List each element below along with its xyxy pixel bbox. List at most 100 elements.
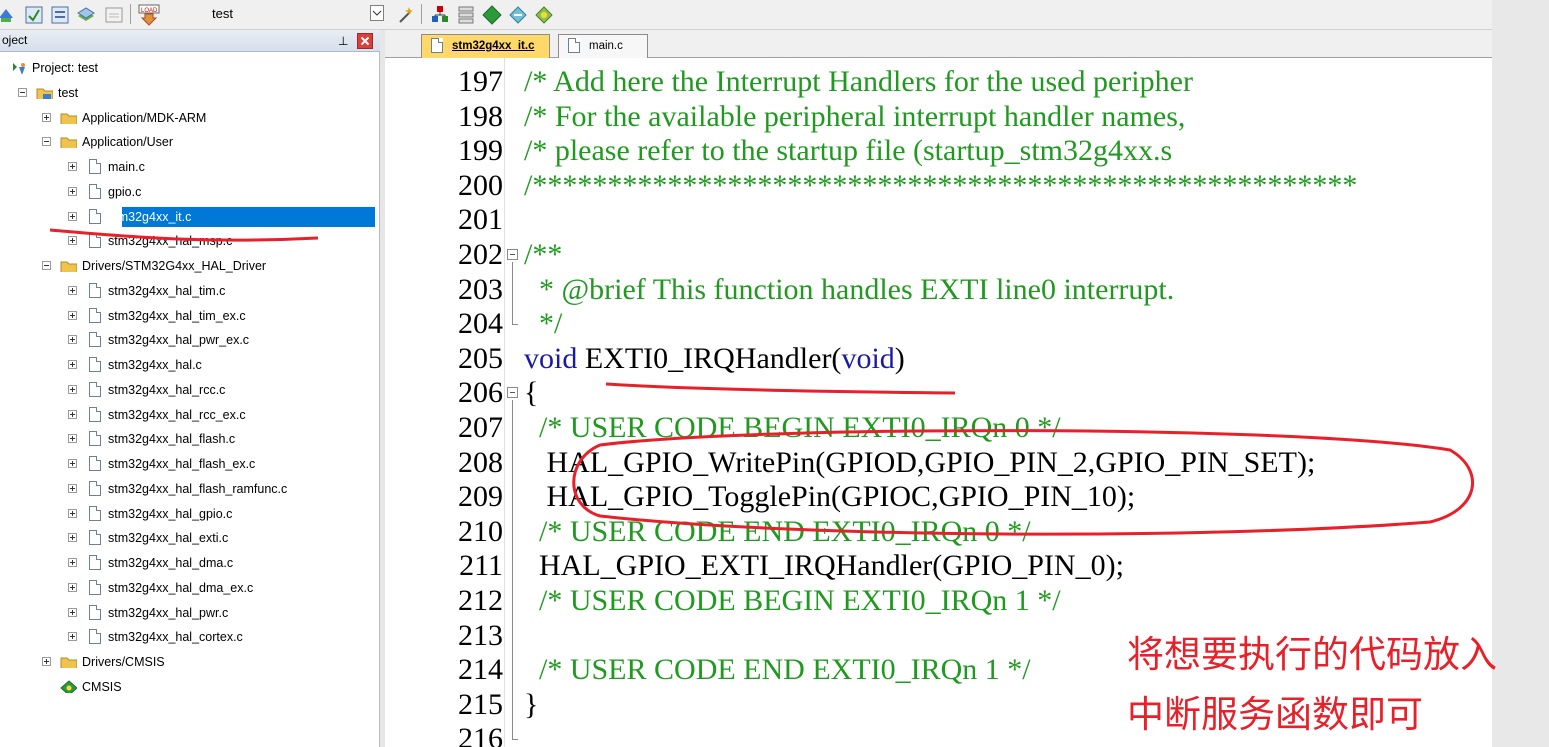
target-dropdown-button[interactable]	[370, 5, 384, 21]
tab-label: stm32g4xx_it.c	[452, 40, 535, 52]
editor-tab-strip: stm32g4xx_it.c main.c	[385, 30, 1492, 58]
expand-icon[interactable]	[68, 187, 77, 196]
expand-icon[interactable]	[68, 162, 77, 171]
file-icon	[89, 209, 101, 224]
target-select[interactable]: test	[204, 3, 364, 25]
fold-collapse-icon[interactable]	[507, 249, 518, 260]
tree-item-gpio-c[interactable]: gpio.c	[0, 180, 380, 204]
code-text: HAL_GPIO_WritePin(GPIOD,GPIO_PIN_2,GPIO_…	[524, 446, 1316, 480]
tree-item-stm32g4xx-hal-c[interactable]: stm32g4xx_hal.c	[0, 353, 380, 377]
tree-item-stm32g4xx-hal-cortex-c[interactable]: stm32g4xx_hal_cortex.c	[0, 625, 380, 649]
expand-icon[interactable]	[68, 335, 77, 344]
tree-item-stm32g4xx-hal-rcc-ex-c[interactable]: stm32g4xx_hal_rcc_ex.c	[0, 403, 380, 427]
code-token: }	[524, 688, 539, 721]
expand-icon[interactable]	[68, 311, 77, 320]
tree-item-stm32g4xx-hal-pwr-ex-c[interactable]: stm32g4xx_hal_pwr_ex.c	[0, 328, 380, 352]
select-packs-icon[interactable]	[532, 3, 554, 25]
tree-item-stm32g4xx-it-c[interactable]: stm32g4xx_it.c	[0, 205, 380, 229]
code-line-206[interactable]: 206 {	[385, 376, 1492, 410]
tree-item-test[interactable]: test	[0, 81, 380, 105]
code-line-207[interactable]: 207 /* USER CODE BEGIN EXTI0_IRQn 0 */	[385, 411, 1492, 445]
tree-item-stm32g4xx-hal-tim-c[interactable]: stm32g4xx_hal_tim.c	[0, 279, 380, 303]
tab-stm32g4xx-it-c[interactable]: stm32g4xx_it.c	[421, 34, 550, 58]
collapse-icon[interactable]	[42, 137, 51, 146]
code-line-202[interactable]: 202 /**	[385, 238, 1492, 272]
expand-icon[interactable]	[68, 608, 77, 617]
tree-item-stm32g4xx-hal-dma-c[interactable]: stm32g4xx_hal_dma.c	[0, 551, 380, 575]
pin-icon[interactable]: ⊥	[338, 34, 350, 48]
code-line-198[interactable]: 198 /* For the available peripheral inter…	[385, 100, 1492, 134]
expand-icon[interactable]	[68, 434, 77, 443]
close-panel-icon[interactable]	[357, 33, 373, 49]
tree-item-application-mdk-arm[interactable]: Application/MDK-ARM	[0, 106, 380, 130]
tree-item-stm32g4xx-hal-flash-c[interactable]: stm32g4xx_hal_flash.c	[0, 427, 380, 451]
tree-item-stm32g4xx-hal-gpio-c[interactable]: stm32g4xx_hal_gpio.c	[0, 502, 380, 526]
expand-icon[interactable]	[68, 583, 77, 592]
line-number: 206	[458, 376, 503, 409]
expand-icon[interactable]	[68, 212, 77, 221]
code-line-211[interactable]: 211 HAL_GPIO_EXTI_IRQHandler(GPIO_PIN_0)…	[385, 549, 1492, 583]
code-line-212[interactable]: 212 /* USER CODE BEGIN EXTI0_IRQn 1 */	[385, 584, 1492, 618]
expand-icon[interactable]	[68, 360, 77, 369]
code-line-205[interactable]: 205 void EXTI0_IRQHandler(void)	[385, 342, 1492, 376]
code-line-201[interactable]: 201	[385, 203, 1492, 237]
tree-item-drivers-cmsis[interactable]: Drivers/CMSIS	[0, 650, 380, 674]
code-line-203[interactable]: 203 * @brief This function handles EXTI …	[385, 273, 1492, 307]
expand-icon[interactable]	[68, 484, 77, 493]
expand-icon[interactable]	[68, 236, 77, 245]
tab-main-c[interactable]: main.c	[558, 34, 648, 58]
code-line-210[interactable]: 210 /* USER CODE END EXTI0_IRQn 0 */	[385, 515, 1492, 549]
download-icon[interactable]: LOAD	[136, 3, 160, 26]
tree-item-cmsis[interactable]: CMSIS	[0, 675, 380, 699]
expand-icon[interactable]	[68, 558, 77, 567]
code-line-204[interactable]: 204 */	[385, 307, 1492, 341]
comment-token: */	[524, 307, 563, 340]
tree-item-stm32g4xx-hal-flash-ex-c[interactable]: stm32g4xx_hal_flash_ex.c	[0, 452, 380, 476]
tree-item-stm32g4xx-hal-exti-c[interactable]: stm32g4xx_hal_exti.c	[0, 526, 380, 550]
tree-item-project-test[interactable]: Project: test	[0, 56, 380, 80]
expand-icon[interactable]	[68, 632, 77, 641]
tree-item-stm32g4xx-hal-msp-c[interactable]: stm32g4xx_hal_msp.c	[0, 229, 380, 253]
tree-item-stm32g4xx-hal-dma-ex-c[interactable]: stm32g4xx_hal_dma_ex.c	[0, 576, 380, 600]
code-line-200[interactable]: 200 /************************************…	[385, 169, 1492, 203]
expand-icon[interactable]	[68, 385, 77, 394]
tree-item-main-c[interactable]: main.c	[0, 155, 380, 179]
tree-item-stm32g4xx-hal-flash-ramfunc-c[interactable]: stm32g4xx_hal_flash_ramfunc.c	[0, 477, 380, 501]
tree-item-stm32g4xx-hal-rcc-c[interactable]: stm32g4xx_hal_rcc.c	[0, 378, 380, 402]
manage-components-icon[interactable]	[454, 3, 476, 25]
collapse-icon[interactable]	[18, 88, 27, 97]
expand-icon[interactable]	[68, 533, 77, 542]
code-line-208[interactable]: 208 HAL_GPIO_WritePin(GPIOD,GPIO_PIN_2,G…	[385, 446, 1492, 480]
expand-icon[interactable]	[42, 113, 51, 122]
code-line-197[interactable]: 197 /* Add here the Interrupt Handlers fo…	[385, 65, 1492, 99]
right-margin-strip	[1492, 0, 1549, 747]
target-options-icon[interactable]	[394, 3, 416, 25]
tree-item-stm32g4xx-hal-tim-ex-c[interactable]: stm32g4xx_hal_tim_ex.c	[0, 304, 380, 328]
stop-build-icon[interactable]	[102, 3, 124, 25]
project-icon	[13, 63, 25, 74]
pack-installer-icon[interactable]	[480, 3, 502, 25]
tree-item-drivers-stm32g4xx-hal-driver[interactable]: Drivers/STM32G4xx_HAL_Driver	[0, 254, 380, 278]
code-text: /* For the available peripheral interrup…	[524, 100, 1185, 134]
event-recorder-icon[interactable]	[506, 3, 528, 25]
file-icon	[89, 233, 101, 248]
batch-build-icon[interactable]	[74, 3, 96, 25]
code-line-209[interactable]: 209 HAL_GPIO_TogglePin(GPIOC,GPIO_PIN_10…	[385, 480, 1492, 514]
build-icon[interactable]	[22, 3, 44, 25]
code-token: EXTI0_IRQHandler(	[577, 342, 842, 375]
code-line-199[interactable]: 199 /* please refer to the startup file (…	[385, 134, 1492, 168]
project-panel-title: oject	[2, 33, 28, 47]
expand-icon[interactable]	[68, 459, 77, 468]
comment-token: /* USER CODE END EXTI0_IRQn 0 */	[524, 515, 1031, 548]
expand-icon[interactable]	[68, 509, 77, 518]
expand-icon[interactable]	[68, 410, 77, 419]
rebuild-icon[interactable]	[48, 3, 70, 25]
tree-item-stm32g4xx-hal-pwr-c[interactable]: stm32g4xx_hal_pwr.c	[0, 601, 380, 625]
manage-project-icon[interactable]	[428, 3, 450, 25]
tree-item-application-user[interactable]: Application/User	[0, 130, 380, 154]
expand-icon[interactable]	[42, 657, 51, 666]
expand-icon[interactable]	[68, 286, 77, 295]
fold-collapse-icon[interactable]	[507, 387, 518, 398]
translate-icon[interactable]	[0, 3, 16, 25]
collapse-icon[interactable]	[42, 261, 51, 270]
